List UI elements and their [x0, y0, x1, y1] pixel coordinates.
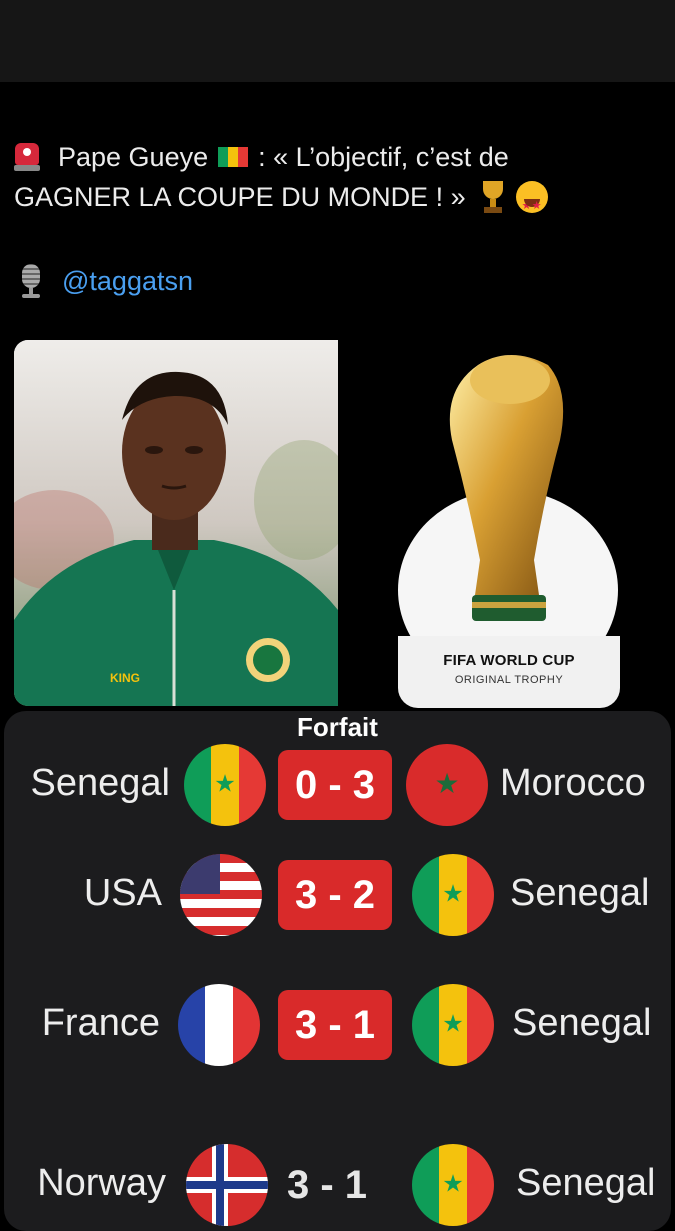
- senegal-flag-icon: [412, 854, 494, 936]
- senegal-flag-icon: [184, 744, 266, 826]
- home-team: Senegal: [30, 762, 170, 804]
- away-team: Senegal: [516, 1162, 656, 1204]
- trophy-caption: FIFA WORLD CUP ORIGINAL TROPHY: [398, 636, 620, 708]
- studio-microphone-icon: [18, 264, 44, 298]
- home-team: USA: [83, 872, 162, 914]
- quote-start: : « L’objectif, c’est de: [258, 142, 509, 172]
- france-flag-icon: [178, 984, 260, 1066]
- source-line: @taggatsn: [18, 264, 193, 298]
- jersey-brand-text: KING: [110, 671, 140, 685]
- tweet-text: Pape Gueye : « L’objectif, c’est de GAGN…: [14, 137, 664, 226]
- quote-end: GAGNER LA COUPE DU MONDE ! »: [14, 182, 466, 212]
- match-score: 3 - 1: [286, 1163, 368, 1207]
- senegal-flag-icon: [218, 147, 249, 167]
- home-team: Norway: [37, 1162, 166, 1204]
- match-row: Norway 3 - 1 Senegal: [0, 1140, 675, 1230]
- senegal-flag-icon: [412, 1144, 494, 1226]
- match-row: Senegal 0 - 3 Morocco: [0, 740, 675, 830]
- tweet-line-1: Pape Gueye : « L’objectif, c’est de: [14, 137, 664, 177]
- away-team: Senegal: [512, 1002, 652, 1044]
- match-score: 0 - 3: [278, 750, 392, 820]
- police-light-icon: [14, 143, 40, 171]
- match-row: USA 3 - 2 Senegal: [0, 850, 675, 940]
- senegal-flag-icon: [412, 984, 494, 1066]
- morocco-flag-icon: [406, 744, 488, 826]
- top-bar: [0, 0, 675, 82]
- usa-flag-icon: [180, 854, 262, 936]
- scores-header: Forfait: [297, 712, 378, 742]
- trophy-caption-subtitle: ORIGINAL TROPHY: [454, 674, 564, 686]
- home-team: France: [41, 1002, 160, 1044]
- match-row: France 3 - 1 Senegal: [0, 980, 675, 1070]
- away-team: Morocco: [500, 762, 646, 804]
- trophy-icon: [478, 181, 508, 213]
- star-struck-face-icon: [515, 181, 548, 226]
- player-name: Pape Gueye: [58, 142, 209, 172]
- away-team: Senegal: [510, 872, 650, 914]
- player-photo[interactable]: KING: [14, 340, 338, 706]
- match-score: 3 - 1: [278, 990, 392, 1060]
- tweet-line-2: GAGNER LA COUPE DU MONDE ! »: [14, 177, 664, 226]
- trophy-caption-title: FIFA WORLD CUP: [443, 652, 575, 669]
- norway-flag-icon: [186, 1144, 268, 1226]
- match-score: 3 - 2: [278, 860, 392, 930]
- mention-link[interactable]: @taggatsn: [62, 266, 193, 297]
